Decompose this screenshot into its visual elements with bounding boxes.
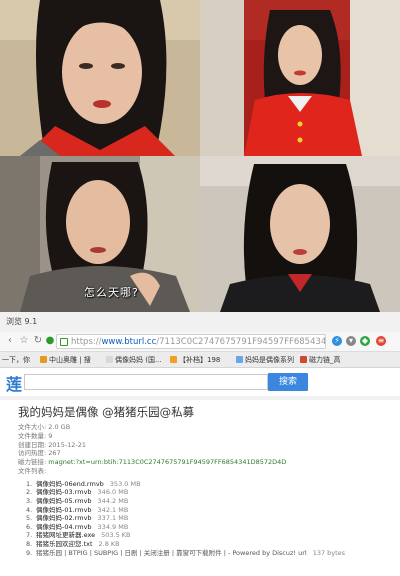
tab-1[interactable]: 一下，你 bbox=[2, 354, 36, 366]
bookmark-star-icon[interactable]: ☆ bbox=[18, 335, 30, 347]
list-item-last: 9. 猪猪乐园 | BTPIG | SUBPIG | 日剧 | 关闭注册 | 靠窗… bbox=[26, 548, 346, 557]
url-scheme: https:// bbox=[71, 337, 102, 347]
tab-bar: 一下，你 中山奥雕 | 搜 偶像妈妈 (国... 【补档】198 妈妈是偶像系列… bbox=[0, 352, 400, 368]
url-host: www.bturl.cc bbox=[101, 337, 157, 347]
photo-dark-jacket bbox=[200, 156, 400, 312]
list-item: 2. 偶像妈妈-03.rmvb 346.0 MB bbox=[26, 488, 129, 497]
list-item: 3. 偶像妈妈-05.rmvb 344.2 MB bbox=[26, 496, 129, 505]
meta-file-list-label: 文件列表: bbox=[18, 466, 47, 475]
meta-created: 创建日期: 2015-12-21 bbox=[18, 440, 87, 449]
dropdown-chevron-icon[interactable]: ▾ bbox=[346, 336, 356, 346]
browser-window: 浏览 9.1 ‹ ☆ ↻ ● https://www.bturl.cc/7113… bbox=[0, 312, 400, 576]
menu-icon[interactable]: ≡ bbox=[376, 336, 386, 346]
meta-file-count: 文件数量: 9 bbox=[18, 431, 53, 440]
list-item: 5. 偶像妈妈-02.rmvb 337.1 MB bbox=[26, 514, 129, 523]
url-path: /7113C0C2747675791F94597FF685434 bbox=[156, 337, 326, 347]
search-input[interactable] bbox=[24, 374, 268, 390]
magnet-link[interactable]: magnet:?xt=urn:btih:7113C0C2747675791F94… bbox=[48, 458, 286, 466]
secure-shield-icon: ● bbox=[45, 335, 55, 346]
page-title: 我的妈妈是偶像 @猪猪乐园@私募 bbox=[18, 405, 195, 419]
photo-collage: 怎么天哪? bbox=[0, 0, 400, 312]
refresh-icon[interactable]: ↻ bbox=[32, 335, 44, 347]
url-field[interactable]: https://www.bturl.cc/7113C0C2747675791F9… bbox=[56, 334, 326, 349]
site-search-row: 莲 搜索 bbox=[0, 368, 400, 396]
meta-hits: 访问热度: 267 bbox=[18, 449, 61, 458]
file-list: 1. 偶像妈妈-06end.rmvb 353.0 MB 2. 偶像妈妈-03.rmvb… bbox=[18, 480, 388, 557]
tab-favicon bbox=[170, 356, 177, 363]
tab-3[interactable]: 偶像妈妈 (国... bbox=[106, 354, 166, 366]
photo-closeup-red-collar bbox=[0, 0, 200, 156]
tab-2[interactable]: 中山奥雕 | 搜 bbox=[40, 354, 102, 366]
tab-5[interactable]: 妈妈是偶像系列 bbox=[236, 354, 296, 366]
address-bar: ‹ ☆ ↻ ● https://www.bturl.cc/7113C0C2747… bbox=[0, 332, 400, 352]
window-title: 浏览 9.1 bbox=[0, 312, 400, 332]
search-button[interactable]: 搜索 bbox=[268, 373, 308, 391]
extension-icon[interactable]: ◆ bbox=[360, 336, 370, 346]
torrent-detail: 我的妈妈是偶像 @猪猪乐园@私募 文件大小: 2.0 GB 文件数量: 9 创建… bbox=[18, 400, 388, 557]
list-item: 7. 猪猪网址更新器.exe 503.5 KB bbox=[26, 531, 131, 540]
back-icon[interactable]: ‹ bbox=[4, 335, 16, 347]
list-item: 8. 猪猪乐园欢迎您.txt 2.8 KB bbox=[26, 539, 120, 548]
torrent-meta: 文件大小: 2.0 GB 文件数量: 9 创建日期: 2015-12-21 访问… bbox=[18, 423, 388, 476]
video-subtitle: 怎么天哪? bbox=[84, 286, 139, 299]
list-item: 4. 偶像妈妈-01.rmvb 342.1 MB bbox=[26, 505, 129, 514]
photo-red-outfit bbox=[200, 0, 400, 156]
tab-favicon bbox=[106, 356, 113, 363]
site-logo: 莲 bbox=[6, 375, 23, 394]
meta-size: 文件大小: 2.0 GB bbox=[18, 423, 71, 431]
lightning-icon[interactable]: ⚡ bbox=[332, 336, 342, 346]
tab-favicon bbox=[300, 356, 307, 363]
tab-favicon bbox=[236, 356, 243, 363]
tab-6[interactable]: 磁力链_高 bbox=[300, 354, 360, 366]
tab-4[interactable]: 【补档】198 bbox=[170, 354, 232, 366]
meta-magnet: 磁力链接: magnet:?xt=urn:btih:7113C0C2747675… bbox=[18, 458, 287, 467]
lock-icon bbox=[60, 338, 68, 346]
tab-favicon bbox=[40, 356, 47, 363]
